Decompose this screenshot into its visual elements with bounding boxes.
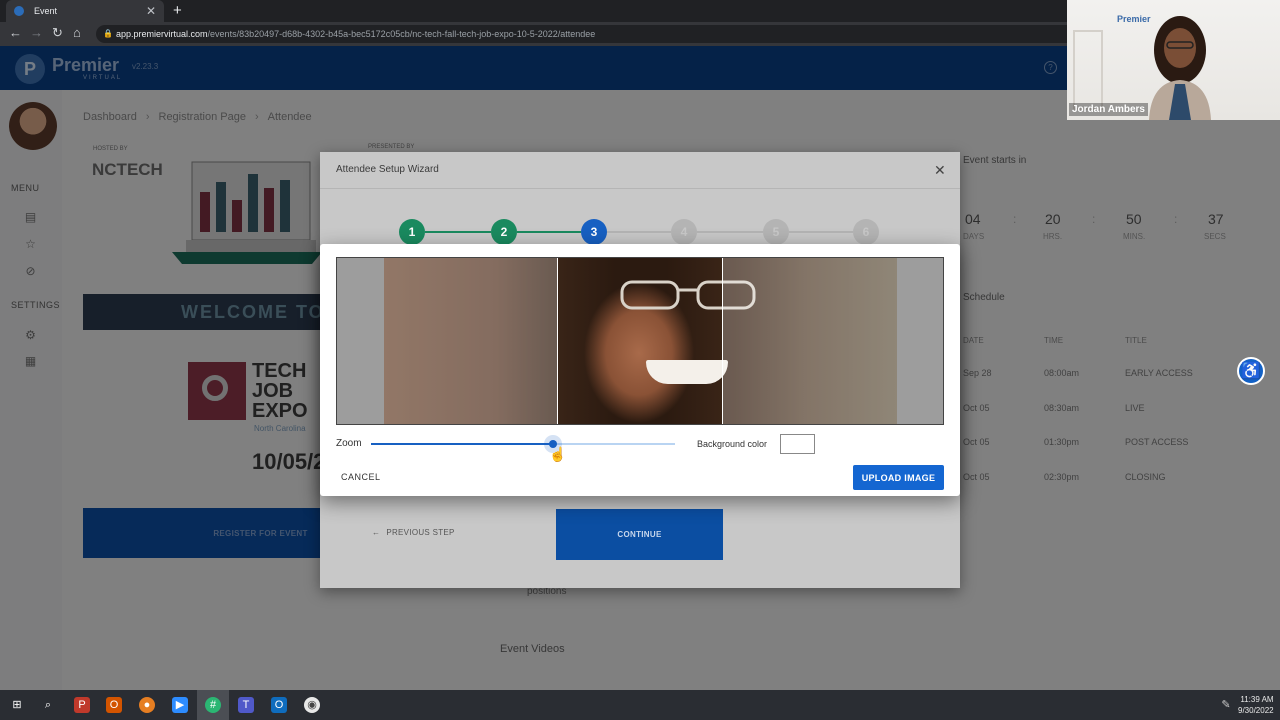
- step-connector: [697, 231, 763, 233]
- crop-image-dialog: Zoom ☝ Background color CANCEL UPLOAD IM…: [320, 244, 960, 496]
- outlook-icon[interactable]: O: [271, 697, 287, 713]
- previous-step-label: PREVIOUS STEP: [386, 528, 455, 537]
- wizard-step-3: 3: [581, 219, 607, 245]
- accessibility-icon[interactable]: ♿: [1237, 357, 1265, 385]
- webcam-video-tile: Premier Jordan Ambers: [1067, 0, 1280, 120]
- close-icon[interactable]: ✕: [934, 162, 946, 179]
- clock-date: 9/30/2022: [1238, 706, 1274, 715]
- image-crop-area[interactable]: [336, 257, 944, 425]
- upload-image-button[interactable]: UPLOAD IMAGE: [853, 465, 944, 490]
- crop-mask-left: [384, 258, 557, 424]
- new-tab-icon[interactable]: +: [173, 2, 182, 19]
- continue-button[interactable]: CONTINUE: [556, 509, 723, 560]
- webcam-person: [1149, 16, 1211, 120]
- teams-icon[interactable]: T: [238, 697, 254, 713]
- url-field[interactable]: 🔒 app.premiervirtual.com/events/83b20497…: [96, 25, 1076, 43]
- reload-icon[interactable]: ↻: [52, 25, 63, 41]
- step-connector: [517, 231, 581, 233]
- browser-tab[interactable]: Event ✕: [6, 0, 164, 22]
- url-domain: app.premiervirtual.com: [116, 29, 208, 39]
- divider: [320, 188, 960, 189]
- zoom-app-icon[interactable]: ▶: [172, 697, 188, 713]
- step-connector: [789, 231, 853, 233]
- previous-step-button[interactable]: ← PREVIOUS STEP: [372, 528, 455, 537]
- wizard-step-2: 2: [491, 219, 517, 245]
- windows-taskbar: ⊞ ⌕ P O ● ▶ # T O ◉ ✎: [0, 690, 1280, 720]
- step-connector: [607, 231, 671, 233]
- hand-cursor-icon: ☝: [549, 446, 567, 462]
- tab-close-icon[interactable]: ✕: [146, 4, 156, 18]
- office-icon[interactable]: O: [106, 697, 122, 713]
- search-icon[interactable]: ⌕: [40, 697, 56, 713]
- zoom-slider-fill: [371, 443, 554, 445]
- background-shelf: [1073, 30, 1103, 110]
- app-icon-1[interactable]: P: [74, 697, 90, 713]
- wizard-step-4: 4: [671, 219, 697, 245]
- arrow-left-icon: ←: [372, 528, 381, 537]
- forward-icon[interactable]: →: [30, 25, 43, 40]
- wizard-title: Attendee Setup Wizard: [336, 164, 439, 175]
- background-color-picker[interactable]: [780, 434, 815, 454]
- favicon-icon: [14, 6, 24, 16]
- cancel-button[interactable]: CANCEL: [341, 472, 381, 482]
- tab-title: Event: [34, 6, 58, 16]
- background-color-label: Background color: [697, 439, 768, 449]
- participant-name: Jordan Ambers: [1069, 103, 1148, 116]
- home-icon[interactable]: ⌂: [73, 25, 81, 40]
- zoom-label: Zoom: [336, 438, 362, 449]
- app-icon-2[interactable]: ●: [139, 697, 155, 713]
- chrome-icon[interactable]: ◉: [304, 697, 320, 713]
- zoom-slider[interactable]: [371, 435, 675, 453]
- wizard-step-6: 6: [853, 219, 879, 245]
- lock-icon: 🔒: [103, 29, 113, 38]
- url-path: /events/83b20497-d68b-4302-b45a-bec5172c…: [207, 29, 596, 39]
- windows-start-icon[interactable]: ⊞: [9, 697, 25, 713]
- pen-icon[interactable]: ✎: [1218, 697, 1234, 713]
- system-clock[interactable]: 11:39 AM 9/30/2022: [1238, 694, 1274, 716]
- crop-selection[interactable]: [557, 258, 723, 424]
- wizard-step-5: 5: [763, 219, 789, 245]
- slack-icon[interactable]: #: [205, 697, 221, 713]
- clock-time: 11:39 AM: [1240, 695, 1274, 704]
- crop-mask-right: [722, 258, 897, 424]
- wizard-step-1: 1: [399, 219, 425, 245]
- step-connector: [425, 231, 491, 233]
- back-icon[interactable]: ←: [9, 25, 22, 40]
